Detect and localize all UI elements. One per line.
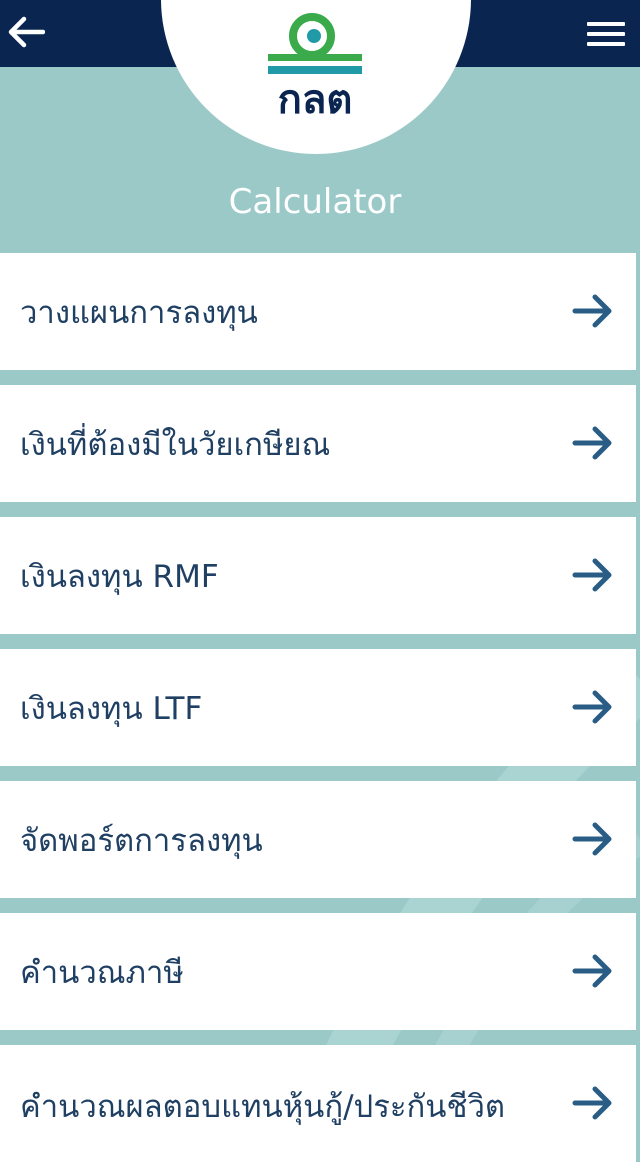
arrow-right-icon (572, 294, 612, 328)
menu-button[interactable] (586, 14, 626, 54)
arrow-right-icon (572, 822, 612, 856)
menu-item-label: คำนวณผลตอบแทนหุ้นกู้/ประกันชีวิต (20, 1089, 506, 1125)
page-title: Calculator (228, 182, 402, 222)
menu-item-rmf[interactable]: เงินลงทุน RMF (0, 517, 636, 634)
menu-item-label: จัดพอร์ตการลงทุน (20, 822, 263, 859)
menu-item-label: เงินลงทุน LTF (20, 690, 203, 727)
menu-item-retirement-money[interactable]: เงินที่ต้องมีในวัยเกษียณ (0, 385, 636, 502)
menu-item-portfolio[interactable]: จัดพอร์ตการลงทุน (0, 781, 636, 898)
menu-item-tax[interactable]: คำนวณภาษี (0, 913, 636, 1030)
menu-item-label: วางแผนการลงทุน (20, 294, 258, 331)
arrow-right-icon (572, 954, 612, 988)
menu-item-label: เงินลงทุน RMF (20, 558, 219, 595)
arrow-right-icon (572, 558, 612, 592)
sec-logo: กลต (262, 12, 368, 122)
arrow-right-icon (572, 426, 612, 460)
menu-item-investment-planning[interactable]: วางแผนการลงทุน (0, 253, 636, 370)
sec-emblem-icon (268, 13, 362, 74)
logo-text: กลต (277, 77, 353, 123)
menu-item-ltf[interactable]: เงินลงทุน LTF (0, 649, 636, 766)
arrow-left-icon (8, 16, 45, 48)
menu-item-label: เงินที่ต้องมีในวัยเกษียณ (20, 426, 331, 463)
hamburger-icon (587, 22, 625, 46)
arrow-right-icon (572, 1086, 612, 1120)
arrow-right-icon (572, 690, 612, 724)
menu-item-label: คำนวณภาษี (20, 954, 184, 991)
menu-item-bond-insurance-return[interactable]: คำนวณผลตอบแทนหุ้นกู้/ประกันชีวิต (0, 1045, 636, 1162)
back-button[interactable] (4, 10, 48, 54)
